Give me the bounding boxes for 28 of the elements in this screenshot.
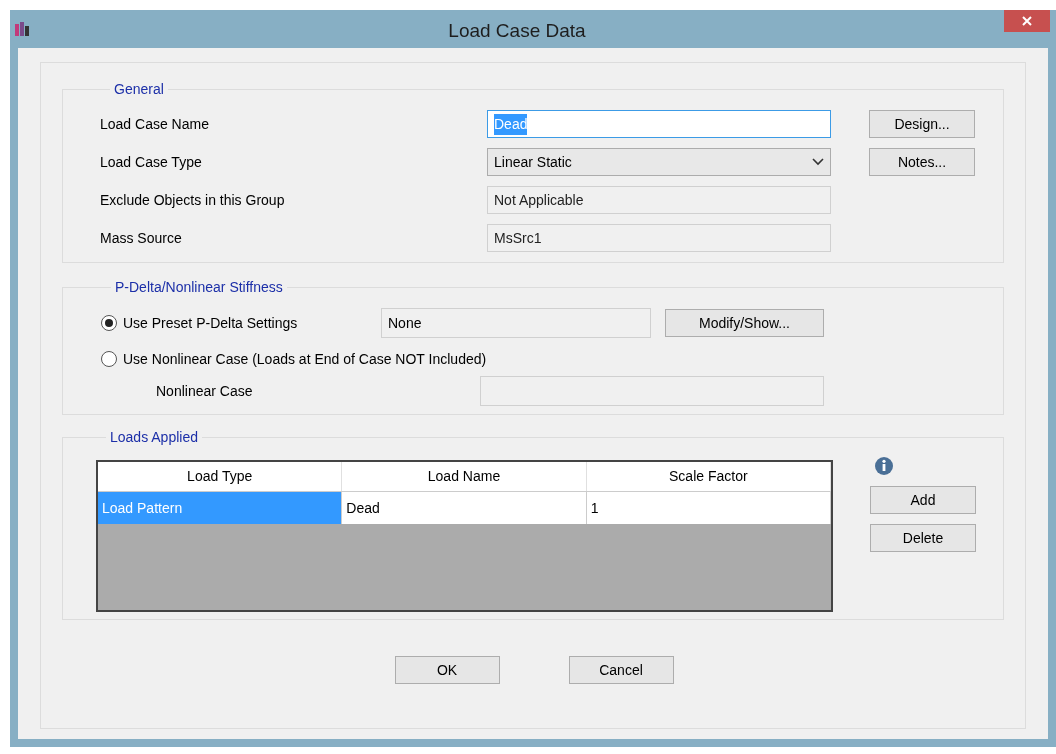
readonly-field: Not Applicable	[487, 186, 831, 214]
group-title: Loads Applied	[109, 428, 199, 447]
column-header[interactable]: Scale Factor	[586, 462, 831, 491]
group-title: P-Delta/Nonlinear Stiffness	[114, 278, 284, 297]
field-label: Load Case Name	[100, 114, 210, 134]
field-label: Load Case Type	[100, 152, 203, 172]
table-cell[interactable]: 1	[586, 492, 831, 524]
dropdown[interactable]: Linear Static	[487, 148, 831, 176]
field-label: Exclude Objects in this Group	[100, 190, 286, 210]
readonly-field: None	[381, 308, 651, 338]
field-label: Mass Source	[100, 228, 183, 248]
column-header[interactable]: Load Name	[342, 462, 587, 491]
dialog-button[interactable]: Cancel	[568, 656, 674, 684]
table-cell[interactable]: Dead	[342, 492, 587, 524]
readonly-field: MsSrc1	[487, 224, 831, 252]
dialog-button[interactable]: OK	[394, 656, 500, 684]
dialog-button[interactable]: Notes...	[869, 148, 975, 176]
column-header[interactable]: Load Type	[98, 462, 343, 491]
field-label: Nonlinear Case	[156, 381, 254, 401]
dialog-button[interactable]: Delete	[870, 524, 976, 552]
radio-label: Use Nonlinear Case (Loads at End of Case NOT Included)	[123, 349, 487, 369]
group-title: General	[113, 80, 165, 99]
dialog-button[interactable]: Modify/Show...	[665, 309, 824, 337]
radio-label: Use Preset P-Delta Settings	[123, 313, 298, 333]
dialog-button[interactable]: Design...	[869, 110, 975, 138]
dialog-button[interactable]: Add	[870, 486, 976, 514]
field-value: Dead	[494, 113, 528, 135]
window-title: Load Case Data	[447, 19, 587, 43]
